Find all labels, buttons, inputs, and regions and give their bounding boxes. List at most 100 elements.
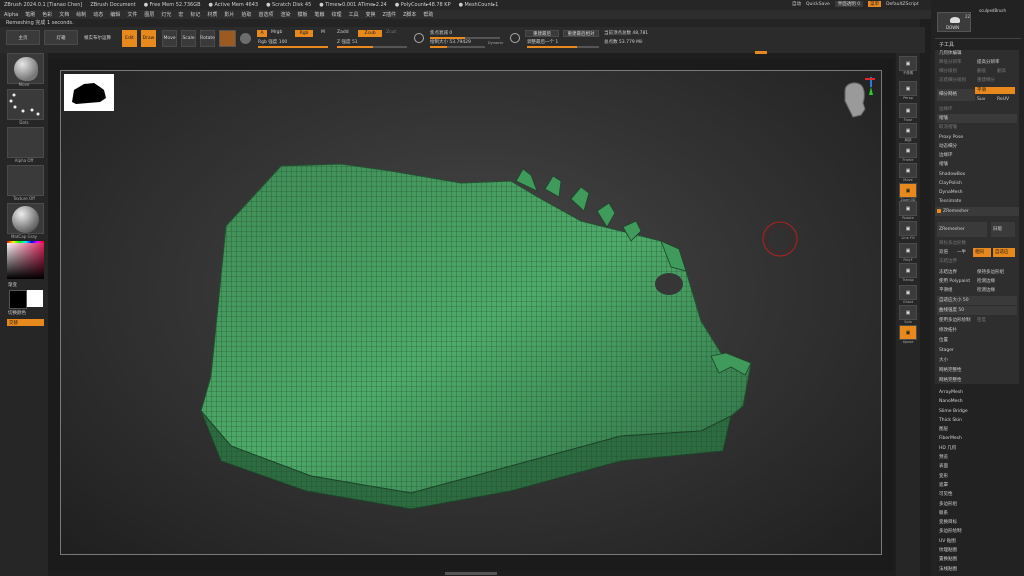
view-button[interactable]: ▣ (899, 263, 917, 278)
draw-size-track[interactable] (430, 46, 485, 48)
view-button[interactable]: ▣ (899, 221, 917, 236)
view-button[interactable]: ▣ (899, 103, 917, 118)
subdiv-level-slider[interactable]: 细分级别 (937, 67, 975, 76)
same-toggle[interactable]: 相同 (973, 248, 991, 257)
modify-topology-button[interactable]: 修改拓扑 (937, 326, 1017, 335)
menu-item[interactable]: 帮助 (423, 11, 433, 18)
dynamesh-button[interactable]: DynaMesh (937, 188, 1017, 197)
tool-subpalette-item[interactable]: Slime Bridge (931, 407, 1024, 416)
keep-polypaint-toggle[interactable]: 使用 Polypaint (937, 277, 975, 286)
tool-subpalette-item[interactable]: 可见性 (931, 490, 1024, 499)
menu-item[interactable]: Alpha (4, 12, 18, 18)
view-button[interactable]: ▣ (899, 201, 917, 216)
canvas-scroll-handle[interactable] (445, 572, 497, 575)
menu-item[interactable]: 文件 (127, 11, 137, 18)
tool-subpalette-item[interactable]: 图层 (931, 425, 1024, 434)
higher-res-button[interactable]: 提高分辨率 (975, 58, 1015, 67)
tool-subpalette-item[interactable]: HD 几何 (931, 444, 1024, 453)
mesh-integrity-button[interactable]: 网格完整性 (937, 366, 1017, 375)
target-count-slider[interactable]: 目标多边形数 (937, 239, 1017, 248)
view-button[interactable]: ▣ (899, 183, 917, 198)
menu-item[interactable]: 动态 (93, 11, 103, 18)
sculptris-last-relative-button[interactable]: 重建最后相对 (563, 30, 599, 37)
material-swatch[interactable] (219, 30, 236, 47)
draw-size-slider[interactable]: 绘制大小 53.79429 (430, 39, 471, 45)
tool-subpalette-item[interactable]: 多边形组 (931, 500, 1024, 509)
view-button[interactable]: ▣ (899, 143, 917, 158)
z-intensity-track[interactable] (337, 46, 407, 48)
tool-subpalette-item[interactable]: 预览 (931, 453, 1024, 462)
half-button[interactable]: 双倍 (937, 248, 953, 257)
zremesher-header[interactable]: ZRemesher (935, 207, 1019, 216)
tool-subpalette-item[interactable]: 置换贴图 (931, 555, 1024, 564)
geometry-section-header[interactable]: 几何体编辑 (937, 49, 1017, 58)
view-button[interactable]: ▣ (899, 243, 917, 258)
view-button[interactable]: ▣ (899, 163, 917, 178)
tool-subpalette-item[interactable]: 表面 (931, 462, 1024, 471)
use-polypaint-toggle[interactable]: 使用多边形绘制 (937, 316, 975, 325)
menu-item[interactable]: 变换 (366, 11, 376, 18)
smooth-groups-toggle[interactable]: 平滑组 (937, 286, 975, 295)
a-button[interactable]: A (257, 30, 267, 37)
freeze-borders-toggle[interactable]: 冻结边界 (937, 257, 1017, 266)
view-button[interactable]: ▣ (899, 81, 917, 96)
tool-subpalette-item[interactable]: 多边形绘制 (931, 527, 1024, 536)
smooth-toggle[interactable]: 平滑 (975, 87, 1015, 94)
mesh-integrity-button-2[interactable]: 网格完整性 (937, 376, 1017, 385)
fold-button[interactable]: 褶皱 (937, 160, 1017, 169)
quicksave-button[interactable]: QuickSave (806, 2, 830, 7)
default-zscript-button[interactable]: DefaultZScript (886, 2, 919, 7)
toolbar-scroll-indicator[interactable] (755, 51, 767, 54)
menu-item[interactable]: 编辑 (110, 11, 120, 18)
tool-subpalette-item[interactable]: 纹理贴图 (931, 546, 1024, 555)
menu-item[interactable]: 绘制 (76, 11, 86, 18)
menu-item[interactable]: Z插件 (383, 11, 396, 18)
tool-subpalette-item[interactable]: 遮罩 (931, 481, 1024, 490)
delete-higher-button[interactable]: 删高 (995, 67, 1015, 76)
draw-button[interactable]: Draw (141, 30, 156, 47)
claypolish-button[interactable]: ClayPolish (937, 179, 1017, 188)
tool-subpalette-item[interactable]: 变换目标 (931, 518, 1024, 527)
edit-button[interactable]: Edit (122, 30, 137, 47)
edge-loop-button[interactable]: 边缘环 (937, 151, 1017, 160)
lower-res-button[interactable]: 降低分辨率 (937, 58, 975, 67)
live-boolean-button[interactable]: 根实布尔运算 (84, 35, 111, 41)
brush-selector[interactable] (7, 53, 44, 84)
view-button[interactable]: ▣ (899, 123, 917, 138)
switch-color-button[interactable]: 切换颜色 (8, 310, 26, 316)
color-picker[interactable] (7, 242, 44, 279)
zcut-button[interactable]: Zcut (386, 30, 396, 35)
menu-item[interactable]: 工具 (349, 11, 359, 18)
menu-item[interactable]: Z脚本 (403, 11, 416, 18)
view-button[interactable]: ▣ (899, 305, 917, 320)
m-button[interactable]: M (321, 30, 325, 35)
legacy-button[interactable]: 旧版 (991, 222, 1015, 237)
tool-subpalette-item[interactable]: 联系 (931, 509, 1024, 518)
suv-toggle[interactable]: Suv (975, 95, 993, 104)
stager-button[interactable]: Stager (937, 346, 1017, 355)
primary-color-swatch[interactable] (27, 290, 43, 307)
menu-item[interactable]: 首选项 (258, 11, 273, 18)
crease-button[interactable]: 褶皱 (937, 114, 1017, 123)
adaptive-toggle[interactable]: 自适应 (993, 248, 1015, 257)
menu-item[interactable]: 宏 (178, 11, 183, 18)
hue-strip[interactable] (7, 241, 44, 243)
viewport[interactable] (60, 70, 882, 555)
alpha-selector[interactable] (7, 127, 44, 158)
menu-item[interactable]: 模板 (297, 11, 307, 18)
texture-selector[interactable] (7, 165, 44, 196)
subtool-header[interactable]: 子工具 (939, 41, 954, 48)
lightbox-button[interactable]: 灯箱 (44, 30, 78, 45)
density-slider[interactable]: 密度 (975, 316, 1015, 325)
material-selector[interactable] (7, 203, 44, 234)
keep-groups-toggle[interactable]: 保持多边形组 (975, 268, 1015, 277)
menu-item[interactable]: 纹理 (332, 11, 342, 18)
ui-transparency[interactable]: 界面透明 0 (834, 1, 864, 7)
size-button[interactable]: 大小 (937, 356, 1017, 365)
shadowbox-button[interactable]: ShadowBox (937, 170, 1017, 179)
half-toggle[interactable]: 一半 (955, 248, 971, 257)
rgb-button[interactable]: Rgb (295, 30, 313, 37)
zadd-button[interactable]: Zadd (337, 30, 349, 35)
divide-button[interactable]: 细分网格 (937, 89, 975, 101)
secondary-color-swatch[interactable] (9, 290, 27, 309)
